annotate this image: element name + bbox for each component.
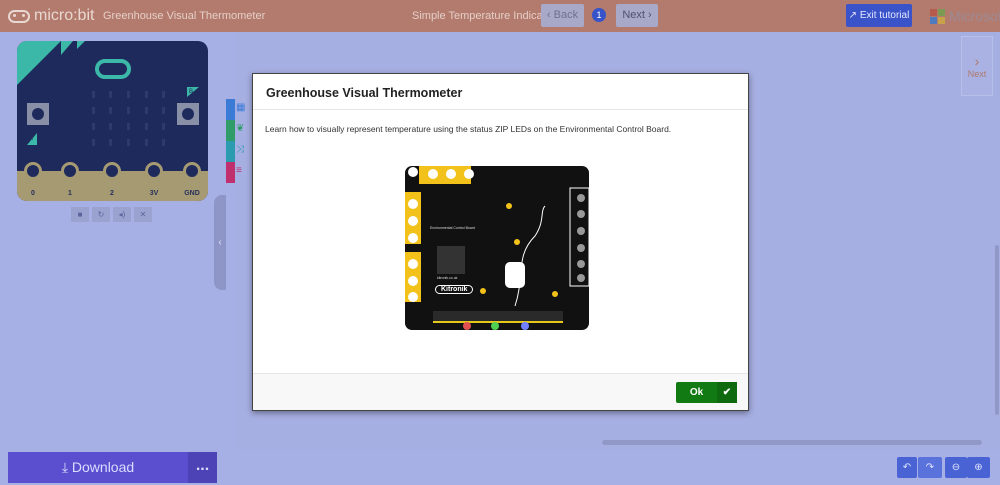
next-button[interactable]: Next › <box>616 4 658 27</box>
toolbox-environment[interactable] <box>226 120 235 141</box>
check-icon: ✔ <box>717 382 737 403</box>
zoom-in-button[interactable]: ⊕ <box>967 457 990 478</box>
pin-gnd[interactable]: GND <box>180 162 204 197</box>
restart-icon[interactable]: ↻ <box>92 207 110 222</box>
mute-icon[interactable]: ◂) <box>113 207 131 222</box>
simulator-controls: ■ ↻ ◂) ✕ <box>71 207 152 222</box>
header: micro:bit Greenhouse Visual Thermometer … <box>0 0 1000 32</box>
pin-2[interactable]: 2 <box>100 162 124 197</box>
button-a-label[interactable]: A <box>29 136 33 142</box>
toolbox-logic[interactable] <box>226 141 235 162</box>
download-button[interactable]: ⤓ Download <box>8 452 188 483</box>
kitronik-logo: Kitronik <box>435 285 474 294</box>
exit-tutorial-button[interactable]: ↗ Exit tutorial <box>846 4 912 27</box>
leaf-icon[interactable]: ❦ <box>236 123 244 134</box>
grid-icon[interactable]: ▦ <box>236 102 245 113</box>
horizontal-scrollbar[interactable] <box>602 440 982 445</box>
zoom-out-button[interactable]: ⊖ <box>945 457 967 478</box>
microsoft-icon <box>930 8 945 24</box>
dialog-title: Greenhouse Visual Thermometer <box>253 74 748 110</box>
stop-icon[interactable]: ■ <box>71 207 89 222</box>
microbit-icon <box>8 9 30 23</box>
edge-connector: 0 1 2 3V GND <box>17 162 208 201</box>
external-link-icon: ↗ <box>848 10 858 21</box>
project-name: Greenhouse Visual Thermometer <box>103 10 266 22</box>
list-icon[interactable]: ≡ <box>236 165 242 176</box>
dialog-footer: Ok ✔ <box>253 373 748 410</box>
pin-0[interactable]: 0 <box>21 162 45 197</box>
microsoft-logo[interactable]: Microsoft <box>930 8 1000 24</box>
download-icon: ⤓ <box>61 459 69 475</box>
microbit-simulator[interactable]: A B 0 1 2 3V GND <box>17 41 208 201</box>
ok-button[interactable]: Ok ✔ <box>676 382 737 403</box>
toolbox-arrays[interactable] <box>226 162 235 183</box>
board-site: kitronik.co.uk <box>437 276 458 280</box>
dialog-body: Learn how to visually represent temperat… <box>265 124 672 134</box>
board-label: Environmental Control Board <box>430 226 475 230</box>
environmental-control-board-image: Environmental Control Board kitronik.co.… <box>405 166 589 330</box>
undo-button[interactable]: ↶ <box>897 457 917 478</box>
microbit-logo[interactable]: micro:bit <box>8 7 94 25</box>
pin-1[interactable]: 1 <box>58 162 82 197</box>
redo-button[interactable]: ↷ <box>918 457 942 478</box>
toolbox-basic[interactable] <box>226 99 235 120</box>
step-title: Simple Temperature Indicator <box>412 10 556 22</box>
step-indicator[interactable]: 1 <box>592 8 606 22</box>
side-next-button[interactable]: › Next <box>961 36 993 96</box>
chevron-right-icon: › <box>974 53 980 69</box>
pin-3v[interactable]: 3V <box>142 162 166 197</box>
back-button[interactable]: ‹ Back <box>541 4 584 27</box>
button-b-label[interactable]: B <box>189 89 193 95</box>
collapse-simulator-button[interactable]: ‹ <box>214 195 226 290</box>
vertical-scrollbar[interactable] <box>995 245 999 415</box>
shuffle-icon[interactable]: ⤨ <box>236 144 244 155</box>
fullscreen-icon[interactable]: ✕ <box>134 207 152 222</box>
tutorial-dialog: Greenhouse Visual Thermometer Learn how … <box>252 73 749 411</box>
more-options-button[interactable]: ... <box>188 452 217 483</box>
